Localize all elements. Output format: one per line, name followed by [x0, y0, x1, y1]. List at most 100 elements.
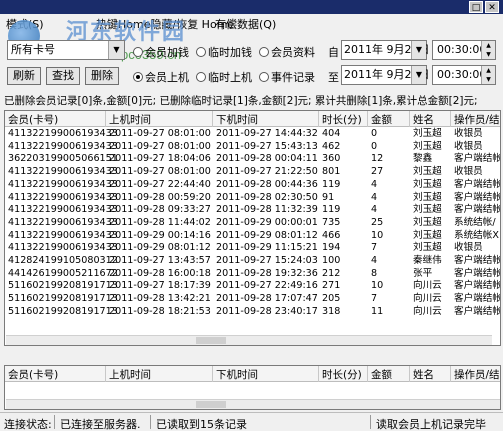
table-row[interactable]: 411322199006193433 2011-09-28 00:59:20 201… — [5, 192, 500, 204]
table-cell: 100 — [322, 255, 341, 266]
table-row[interactable]: 411322199006193433 2011-09-28 11:44:02 201… — [5, 217, 500, 229]
table-cell: 黎鑫 — [413, 153, 433, 165]
table-cell: 362203199005066151 — [8, 153, 118, 165]
table-row[interactable]: 362203199005066151 2011-09-27 18:04:06 201… — [5, 153, 500, 165]
table-cell: 411322199006193433 — [8, 216, 118, 228]
table-cell: 客户端结帐 — [454, 305, 501, 317]
table-cell: 411322199006193433 — [8, 128, 118, 139]
table-cell: 411322199006193433 — [8, 166, 118, 178]
table-cell: 404 — [322, 128, 341, 139]
records-table[interactable]: 会员(卡号) 上机时间 下机时间 时长(分) 金额 姓名 操作员/结帐 4113… — [4, 110, 501, 346]
to-label: 至 — [328, 71, 339, 84]
table-cell: 7 — [371, 242, 378, 254]
status-label: 连接状态: — [4, 418, 52, 431]
radio-temp-topup[interactable]: 临时加钱 — [196, 44, 252, 60]
radio-indicator — [196, 47, 206, 57]
table-cell: 秦继伟 — [413, 255, 442, 266]
scrollbar-thumb[interactable] — [196, 337, 226, 344]
table-cell: 2011-09-29 00:14:16 — [109, 229, 211, 241]
header-start-time[interactable]: 上机时间 — [109, 112, 151, 127]
from-time-picker[interactable]: 00:30:00 ▲ ▼ — [432, 40, 496, 60]
table-cell: 2011-09-28 16:00:18 — [109, 267, 211, 279]
table-cell: 91 — [322, 191, 335, 203]
horizontal-scrollbar[interactable] — [6, 335, 492, 345]
table-cell: 205 — [322, 293, 341, 305]
table-cell: 271 — [322, 280, 341, 292]
table-cell: 411322199006193433 — [8, 140, 118, 152]
table-row[interactable]: 411322199006193433 2011-09-29 08:01:12 201… — [5, 242, 500, 254]
refresh-button[interactable]: 刷新 — [7, 67, 41, 85]
table-row[interactable]: 511602199208191713 2011-09-28 18:21:53 201… — [5, 306, 500, 318]
header-operator[interactable]: 操作员/结帐 — [454, 112, 500, 127]
header-name[interactable]: 姓名 — [413, 112, 434, 127]
summary-header-card: 会员(卡号) — [8, 369, 59, 381]
to-date-picker[interactable]: 2011年 9月29日 ▼ — [341, 65, 430, 85]
table-cell: 2011-09-27 08:01:00 — [109, 128, 211, 139]
header-duration[interactable]: 时长(分) — [322, 112, 362, 127]
header-end-time[interactable]: 下机时间 — [216, 112, 258, 127]
table-cell: 刘玉超 — [413, 178, 442, 190]
header-amount[interactable]: 金额 — [371, 112, 392, 127]
table-cell: 2011-09-28 23:40:17 — [216, 305, 318, 317]
radio-member-topup[interactable]: 会员加钱 — [133, 44, 189, 60]
to-time-picker[interactable]: 00:30:00 ▲ ▼ — [432, 65, 496, 85]
table-row[interactable]: 511602199208191713 2011-09-28 13:42:21 201… — [5, 293, 500, 305]
table-row[interactable]: 411322199006193433 2011-09-27 08:01:00 201… — [5, 166, 500, 178]
summary-scrollbar[interactable] — [6, 399, 500, 409]
table-cell: 客户端结帐 — [454, 153, 501, 165]
table-cell: 2011-09-28 00:59:20 — [109, 191, 211, 203]
table-cell: 4 — [371, 204, 378, 216]
summary-header-amount: 金额 — [371, 369, 392, 381]
table-cell: 2011-09-27 08:01:00 — [109, 166, 211, 178]
summary-header: 会员(卡号) 上机时间 下机时间 时长(分) 金额 姓名 操作员/结 — [5, 366, 500, 382]
card-select-value: 所有卡号 — [11, 43, 55, 56]
table-row[interactable]: 411322199006193433 2011-09-27 22:44:40 201… — [5, 179, 500, 191]
table-cell: 0 — [371, 140, 378, 152]
scrollbar-thumb[interactable] — [196, 401, 226, 408]
table-cell: 801 — [322, 166, 341, 178]
radio-member-info[interactable]: 会员资料 — [259, 44, 315, 60]
table-row[interactable]: 411322199006193433 2011-09-27 08:01:00 201… — [5, 141, 500, 153]
menu-paid-data[interactable]: 有偿数据(Q) — [215, 16, 276, 32]
table-cell: 客户端结帐 — [454, 255, 501, 266]
table-cell: 11 — [371, 305, 384, 317]
maximize-button[interactable]: □ — [469, 1, 483, 13]
search-button[interactable]: 查找 — [46, 67, 80, 85]
table-cell: 441426199005211672 — [8, 267, 118, 279]
table-cell: 收银员 — [454, 242, 483, 254]
table-cell: 向川云 — [413, 305, 442, 317]
delete-button[interactable]: 删除 — [85, 67, 119, 85]
table-row[interactable]: 411322199006193433 2011-09-27 08:01:00 201… — [5, 128, 500, 140]
table-row[interactable]: 511602199208191713 2011-09-27 18:17:39 201… — [5, 280, 500, 292]
table-cell: 张平 — [413, 267, 433, 279]
from-date-picker[interactable]: 2011年 9月27日 ▼ — [341, 40, 430, 60]
table-cell: 系统结帐/ — [454, 216, 496, 228]
table-row[interactable]: 411322199006193433 2011-09-29 00:14:16 201… — [5, 230, 500, 242]
card-select[interactable]: 所有卡号 ▼ — [7, 40, 125, 60]
table-cell: 刘玉超 — [413, 229, 442, 241]
table-cell: 4 — [371, 255, 378, 266]
table-row[interactable]: 411322199006193433 2011-09-28 09:33:27 201… — [5, 204, 500, 216]
header-card[interactable]: 会员(卡号) — [8, 112, 58, 127]
chevron-down-icon: ▼ — [108, 41, 124, 59]
table-cell: 2011-09-27 18:17:39 — [109, 280, 211, 292]
table-cell: 2011-09-29 11:15:21 — [216, 242, 318, 254]
table-row[interactable]: 412824199105080312 2011-09-27 13:43:57 201… — [5, 255, 500, 267]
radio-indicator — [259, 72, 269, 82]
summary-table[interactable]: 会员(卡号) 上机时间 下机时间 时长(分) 金额 姓名 操作员/结 — [4, 365, 501, 410]
table-cell: 刘玉超 — [413, 191, 442, 203]
table-cell: 4 — [371, 178, 378, 190]
table-row[interactable]: 441426199005211672 2011-09-28 16:00:18 201… — [5, 268, 500, 280]
table-cell: 客户端结帐 — [454, 204, 501, 216]
radio-temp-online[interactable]: 临时上机 — [196, 69, 252, 85]
table-cell: 4 — [371, 191, 378, 203]
table-cell: 刘玉超 — [413, 242, 442, 254]
table-cell: 客户端结帐 — [454, 280, 501, 292]
close-button[interactable]: ✕ — [485, 1, 499, 13]
table-cell: 客户端结帐 — [454, 267, 501, 279]
radio-event-log[interactable]: 事件记录 — [259, 69, 315, 85]
table-cell: 27 — [371, 166, 384, 178]
radio-indicator — [259, 47, 269, 57]
radio-member-online[interactable]: 会员上机 — [133, 69, 189, 85]
table-cell: 系统结帐X — [454, 229, 499, 241]
